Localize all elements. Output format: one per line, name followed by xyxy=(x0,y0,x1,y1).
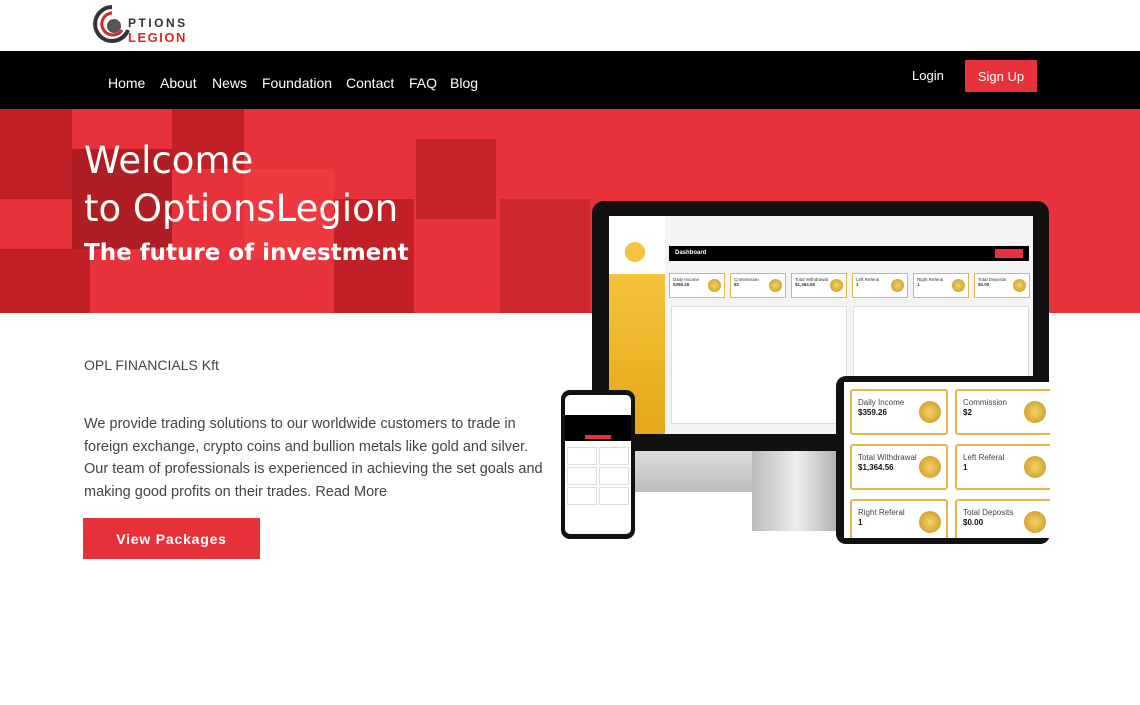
logo-text-top: PTIONS xyxy=(128,16,188,30)
header: PTIONS LEGION xyxy=(0,0,1140,51)
main-nav: Home About News Foundation Contact FAQ B… xyxy=(0,51,1140,109)
monitor-stand xyxy=(752,451,842,531)
card-daily-income: Daily Income $359.26 xyxy=(850,389,948,435)
nav-news[interactable]: News xyxy=(212,75,247,91)
card-commission: Commission $2 xyxy=(955,389,1050,435)
logo-text-bottom: LEGION xyxy=(128,30,187,45)
hero-subtitle: The future of investment xyxy=(84,240,409,266)
mockup-dashboard-title: Dashboard xyxy=(675,250,707,256)
logo-helmet-icon xyxy=(93,5,130,43)
nav-contact[interactable]: Contact xyxy=(346,75,394,91)
signup-button[interactable]: Sign Up xyxy=(965,60,1037,92)
card-total-deposits: Total Deposits $0.00 xyxy=(955,499,1050,538)
card-total-withdrawal: Total Withdrawal $1,364.56 xyxy=(850,444,948,490)
nav-blog[interactable]: Blog xyxy=(450,75,478,91)
hero-title: Welcome to OptionsLegion xyxy=(84,139,399,230)
logo[interactable]: PTIONS LEGION xyxy=(92,4,192,46)
card-right-referal: Right Referal 1 xyxy=(850,499,948,538)
company-name: OPL FINANCIALS Kft xyxy=(84,357,219,373)
card-left-referal: Left Referal 1 xyxy=(955,444,1050,490)
tablet-mockup: Daily Income $359.26 Commission $2 Total W… xyxy=(836,376,1050,544)
nav-home[interactable]: Home xyxy=(108,75,145,91)
description: We provide trading solutions to our worl… xyxy=(84,416,543,500)
nav-about[interactable]: About xyxy=(160,75,197,91)
phone-mockup xyxy=(561,390,635,539)
login-link[interactable]: Login xyxy=(912,68,944,83)
view-packages-button[interactable]: View Packages xyxy=(83,518,260,559)
nav-faq[interactable]: FAQ xyxy=(409,75,437,91)
nav-foundation[interactable]: Foundation xyxy=(262,75,332,91)
